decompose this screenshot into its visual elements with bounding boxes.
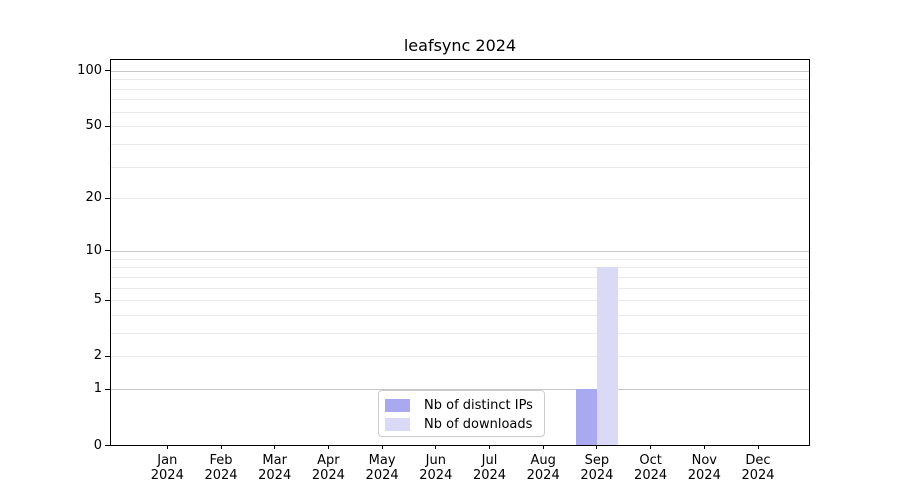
y-tick-mark — [105, 445, 110, 446]
y-tick-mark — [105, 300, 110, 301]
bar-downloads — [597, 267, 618, 445]
y-tick-label: 10 — [20, 243, 102, 259]
x-tick-mark — [382, 445, 383, 449]
minor-gridline — [111, 300, 809, 301]
legend-swatch-downloads-icon — [385, 418, 410, 431]
chart-canvas: leafsync 2024 Nb of distinct IPs Nb of d… — [0, 0, 900, 500]
x-tick-mark — [167, 445, 168, 449]
x-tick-mark — [489, 445, 490, 449]
legend-entry-distinct-ips: Nb of distinct IPs — [385, 396, 538, 415]
y-tick-mark — [105, 250, 110, 251]
x-tick-mark — [704, 445, 705, 449]
y-tick-label: 0 — [20, 438, 102, 454]
minor-gridline — [111, 315, 809, 316]
y-tick-label: 5 — [20, 292, 102, 308]
minor-gridline — [111, 288, 809, 289]
major-gridline — [111, 71, 809, 72]
minor-gridline — [111, 167, 809, 168]
legend: Nb of distinct IPs Nb of downloads — [378, 390, 545, 437]
legend-entry-downloads: Nb of downloads — [385, 415, 538, 434]
x-tick-mark — [758, 445, 759, 449]
x-tick-mark — [328, 445, 329, 449]
minor-gridline — [111, 99, 809, 100]
x-tick-year: 2024 — [726, 468, 790, 483]
minor-gridline — [111, 126, 809, 127]
y-tick-mark — [105, 198, 110, 199]
x-tick-mark — [274, 445, 275, 449]
minor-gridline — [111, 259, 809, 260]
legend-swatch-distinct-ips-icon — [385, 399, 410, 412]
y-tick-mark — [105, 70, 110, 71]
x-tick-label: Dec2024 — [726, 453, 790, 483]
y-tick-label: 50 — [20, 118, 102, 134]
legend-label-distinct-ips: Nb of distinct IPs — [424, 398, 533, 413]
y-tick-mark — [105, 126, 110, 127]
minor-gridline — [111, 333, 809, 334]
bar-distinct-ips — [576, 389, 597, 445]
y-tick-label: 20 — [20, 190, 102, 206]
minor-gridline — [111, 89, 809, 90]
minor-gridline — [111, 356, 809, 357]
x-tick-mark — [221, 445, 222, 449]
x-tick-month: Dec — [726, 453, 790, 468]
y-tick-label: 2 — [20, 348, 102, 364]
x-tick-mark — [543, 445, 544, 449]
x-tick-mark — [650, 445, 651, 449]
x-tick-mark — [435, 445, 436, 449]
chart-title: leafsync 2024 — [110, 36, 810, 55]
minor-gridline — [111, 112, 809, 113]
major-gridline — [111, 251, 809, 252]
plot-area — [110, 59, 810, 446]
y-tick-mark — [105, 356, 110, 357]
y-tick-mark — [105, 389, 110, 390]
minor-gridline — [111, 198, 809, 199]
x-tick-mark — [596, 445, 597, 449]
minor-gridline — [111, 277, 809, 278]
minor-gridline — [111, 79, 809, 80]
minor-gridline — [111, 144, 809, 145]
y-tick-label: 100 — [20, 63, 102, 79]
legend-label-downloads: Nb of downloads — [424, 417, 532, 432]
y-tick-label: 1 — [20, 381, 102, 397]
minor-gridline — [111, 267, 809, 268]
